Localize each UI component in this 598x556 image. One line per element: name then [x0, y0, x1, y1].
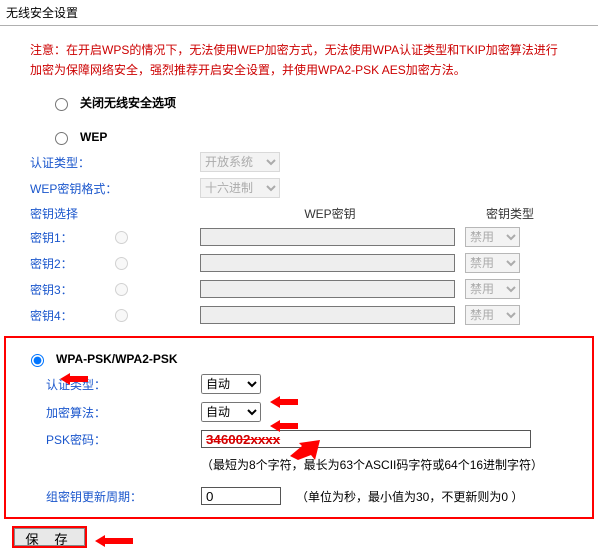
wep-key2-radio — [115, 257, 128, 270]
wep-key3-type: 禁用 — [465, 279, 520, 299]
save-button[interactable]: 保 存 — [12, 526, 87, 548]
wpa-highlight-box: WPA-PSK/WPA2-PSK 认证类型： 自动 加密算法： 自动 PSK密码… — [4, 336, 594, 519]
wep-key-row-4: 密钥4： 禁用 — [30, 302, 598, 328]
wep-key4-type: 禁用 — [465, 305, 520, 325]
wep-key2-type: 禁用 — [465, 253, 520, 273]
wep-key3-input — [200, 280, 455, 298]
radio-wep[interactable] — [55, 132, 68, 145]
wep-key3-label: 密钥3： — [30, 281, 110, 298]
wep-key4-input — [200, 306, 455, 324]
wep-keytype-header: 密钥类型 — [460, 205, 560, 222]
wpa-auth-select[interactable]: 自动 — [201, 374, 261, 394]
wpa-enc-select[interactable]: 自动 — [201, 402, 261, 422]
page-title: 无线安全设置 — [0, 0, 598, 26]
wep-key-header: WEP密钥 — [200, 205, 460, 222]
wpa-enc-label: 加密算法： — [46, 404, 201, 421]
notice-text: 注意：在开启WPS的情况下，无法使用WEP加密方式，无法使用WPA认证类型和TK… — [0, 26, 598, 90]
wep-key2-label: 密钥2： — [30, 255, 110, 272]
wep-key4-radio — [115, 309, 128, 322]
wep-key3-radio — [115, 283, 128, 296]
wep-key1-input — [200, 228, 455, 246]
wpa-group-hint: （单位为秒，最小值为30，不更新则为0 ） — [296, 488, 523, 505]
wep-fmt-label: WEP密钥格式： — [30, 180, 200, 197]
wep-key-row-2: 密钥2： 禁用 — [30, 250, 598, 276]
wep-key1-label: 密钥1： — [30, 229, 110, 246]
wep-auth-label: 认证类型： — [30, 154, 200, 171]
wpa-psk-input[interactable] — [201, 430, 531, 448]
wep-key4-label: 密钥4： — [30, 307, 110, 324]
wep-auth-select: 开放系统 — [200, 152, 280, 172]
arrow-icon — [95, 534, 135, 548]
wep-label: WEP — [80, 130, 107, 144]
wpa-group-input[interactable] — [201, 487, 281, 505]
radio-wpa-psk[interactable] — [31, 354, 44, 367]
wpa-psk-pw-label: PSK密码： — [46, 431, 201, 448]
wep-key1-type: 禁用 — [465, 227, 520, 247]
wep-fmt-select: 十六进制 — [200, 178, 280, 198]
wpa-psk-label: WPA-PSK/WPA2-PSK — [56, 352, 178, 366]
wep-keysel-header: 密钥选择 — [30, 205, 200, 222]
wpa-group-label: 组密钥更新周期： — [46, 488, 201, 505]
radio-disable-security[interactable] — [55, 98, 68, 111]
wep-key2-input — [200, 254, 455, 272]
wep-key-row-3: 密钥3： 禁用 — [30, 276, 598, 302]
wpa-psk-hint: （最短为8个字符，最长为63个ASCII码字符或64个16进制字符） — [201, 456, 543, 473]
wpa-auth-label: 认证类型： — [46, 376, 201, 393]
wep-key-row-1: 密钥1： 禁用 — [30, 224, 598, 250]
wep-key1-radio — [115, 231, 128, 244]
disable-security-label: 关闭无线安全选项 — [80, 94, 176, 111]
